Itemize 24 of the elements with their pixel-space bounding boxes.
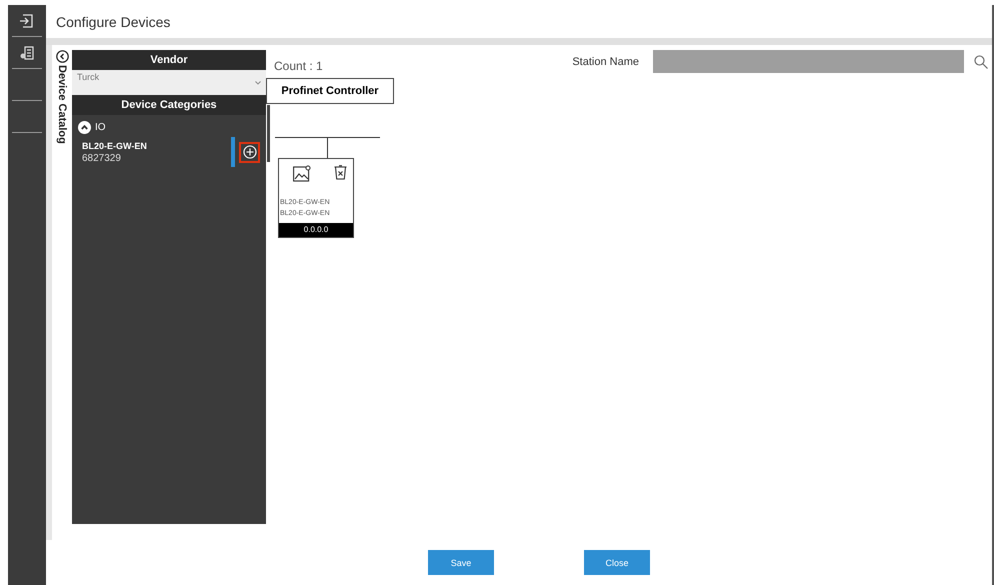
close-button[interactable]: Close	[584, 550, 650, 575]
vendor-dropdown[interactable]: Turck	[72, 70, 266, 95]
device-number: 6827329	[82, 152, 122, 164]
station-name-label: Station Name	[572, 56, 639, 68]
search-icon[interactable]	[974, 54, 988, 68]
category-item[interactable]: IO	[78, 121, 260, 134]
vendor-heading: Vendor	[72, 50, 266, 70]
caret-icon	[255, 80, 261, 84]
window-title: Configure Devices	[56, 14, 170, 30]
image-icon[interactable]	[293, 165, 312, 182]
catalog-title: Device Catalog	[56, 65, 68, 144]
delete-icon[interactable]	[334, 165, 347, 180]
categories-heading: Device Categories	[72, 95, 266, 115]
station-name-field[interactable]	[653, 50, 964, 73]
connector-line	[327, 137, 328, 158]
save-button[interactable]: Save	[428, 550, 494, 575]
add-button[interactable]	[239, 142, 260, 162]
import-icon[interactable]	[19, 12, 35, 28]
chevron-icon	[78, 121, 91, 134]
controller-node[interactable]: Profinet Controller	[266, 78, 394, 104]
device-count: Count : 1	[274, 58, 323, 72]
device-name: BL20-E-GW-EN	[82, 140, 148, 150]
ip-address: 0.0.0.0	[279, 223, 353, 237]
collapse-icon[interactable]	[56, 50, 68, 63]
